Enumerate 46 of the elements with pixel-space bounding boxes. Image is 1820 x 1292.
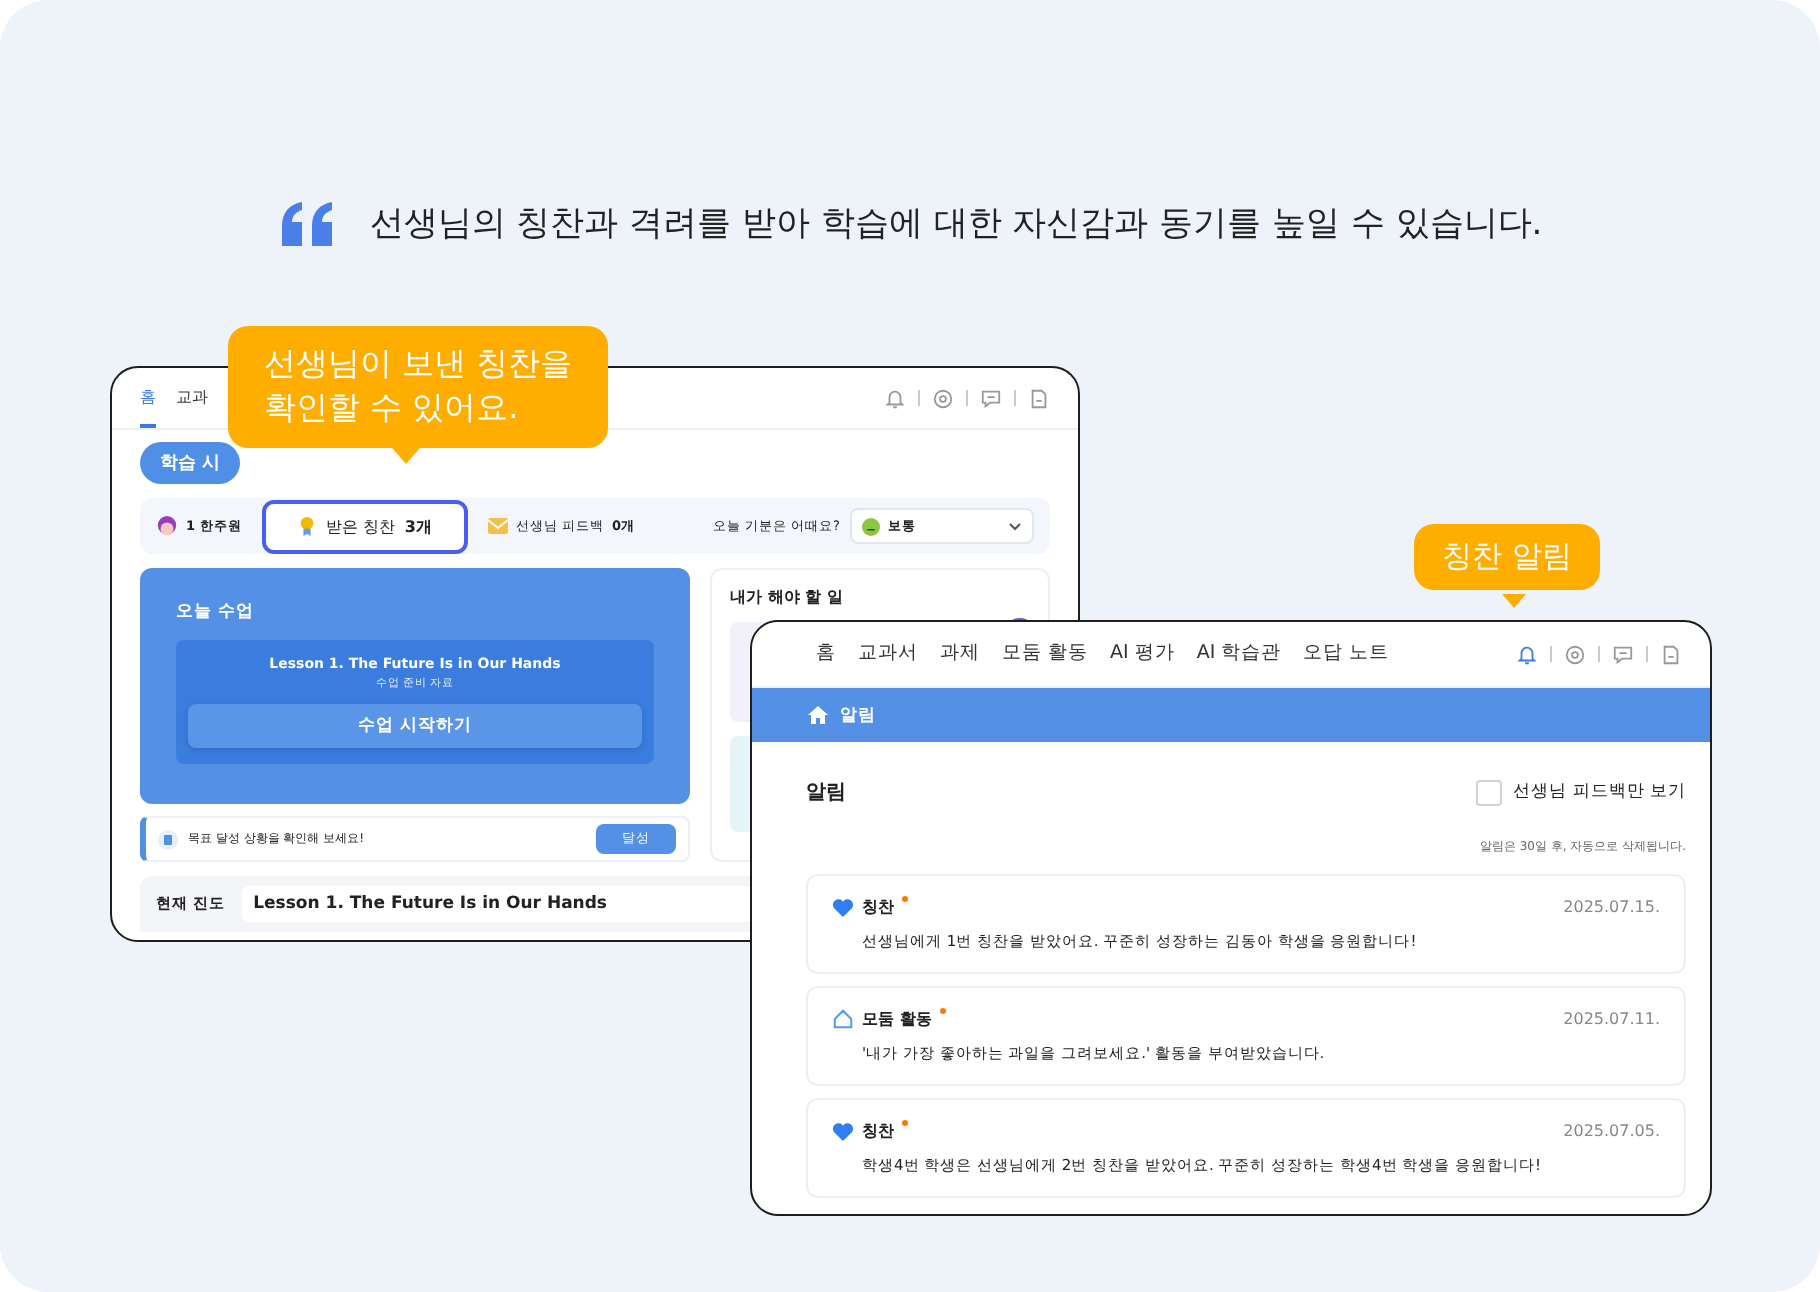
praise-label: 받은 칭찬: [325, 515, 395, 537]
nav-tab[interactable]: AI 평가: [1110, 622, 1175, 686]
tooltip-pointer: [392, 448, 420, 464]
bell-icon[interactable]: [1516, 643, 1538, 665]
nav-tab[interactable]: 홈: [816, 622, 836, 686]
chat-icon[interactable]: [1612, 643, 1634, 665]
note-icon[interactable]: [1028, 387, 1050, 409]
notification-title: 칭찬: [862, 1120, 894, 1142]
nav-tab[interactable]: AI 학습관: [1196, 622, 1282, 686]
book-icon: [158, 829, 178, 849]
todo-title: 내가 해야 할 일: [730, 586, 845, 608]
nav-tab[interactable]: 교과서: [858, 622, 918, 686]
nav-tab[interactable]: 과제: [940, 622, 980, 686]
nav-tab[interactable]: 모둠 활동: [1002, 622, 1089, 686]
bell-icon[interactable]: [884, 387, 906, 409]
home-icon: [808, 706, 828, 724]
page-title: 알림: [806, 780, 846, 806]
notification-date: 2025.07.15.: [1563, 898, 1660, 916]
callout-tooltip: 선생님이 보낸 칭찬을 확인할 수 있어요.: [228, 326, 609, 448]
heart-icon: [832, 1121, 854, 1141]
envelope-icon: [487, 518, 508, 534]
callout-tooltip: 칭찬 알림: [1414, 524, 1600, 590]
house-icon: [832, 1008, 854, 1030]
nav-tab[interactable]: 교과: [176, 368, 208, 428]
settings-icon[interactable]: [1564, 643, 1586, 665]
notification-date: 2025.07.11.: [1563, 1010, 1660, 1028]
face-icon: [862, 517, 880, 535]
nav-tab[interactable]: 오답 노트: [1303, 622, 1390, 686]
breadcrumb-text: 알림: [840, 703, 876, 727]
chat-icon[interactable]: [980, 387, 1002, 409]
notification-date: 2025.07.05.: [1563, 1122, 1660, 1140]
nav-tab[interactable]: 홈: [140, 368, 156, 428]
chevron-down-icon: [1008, 521, 1022, 531]
note-icon[interactable]: [1660, 643, 1682, 665]
medal-icon: [297, 516, 316, 536]
notification-title: 칭찬: [862, 896, 894, 918]
notification-title: 모둠 활동: [862, 1008, 932, 1030]
card-title: 오늘 수업: [176, 600, 256, 624]
headline: 선생님의 칭찬과 격려를 받아 학습에 대한 자신감과 동기를 높일 수 있습니다.: [369, 202, 1543, 246]
quote-icon: [277, 201, 338, 245]
feedback-filter-checkbox[interactable]: 선생님 피드백만 보기: [1475, 779, 1686, 805]
praise-count: 3개: [404, 515, 432, 537]
tooltip-pointer: [1502, 594, 1526, 608]
avatar-icon: [156, 515, 178, 537]
settings-icon[interactable]: [932, 387, 954, 409]
heart-icon: [832, 897, 854, 917]
